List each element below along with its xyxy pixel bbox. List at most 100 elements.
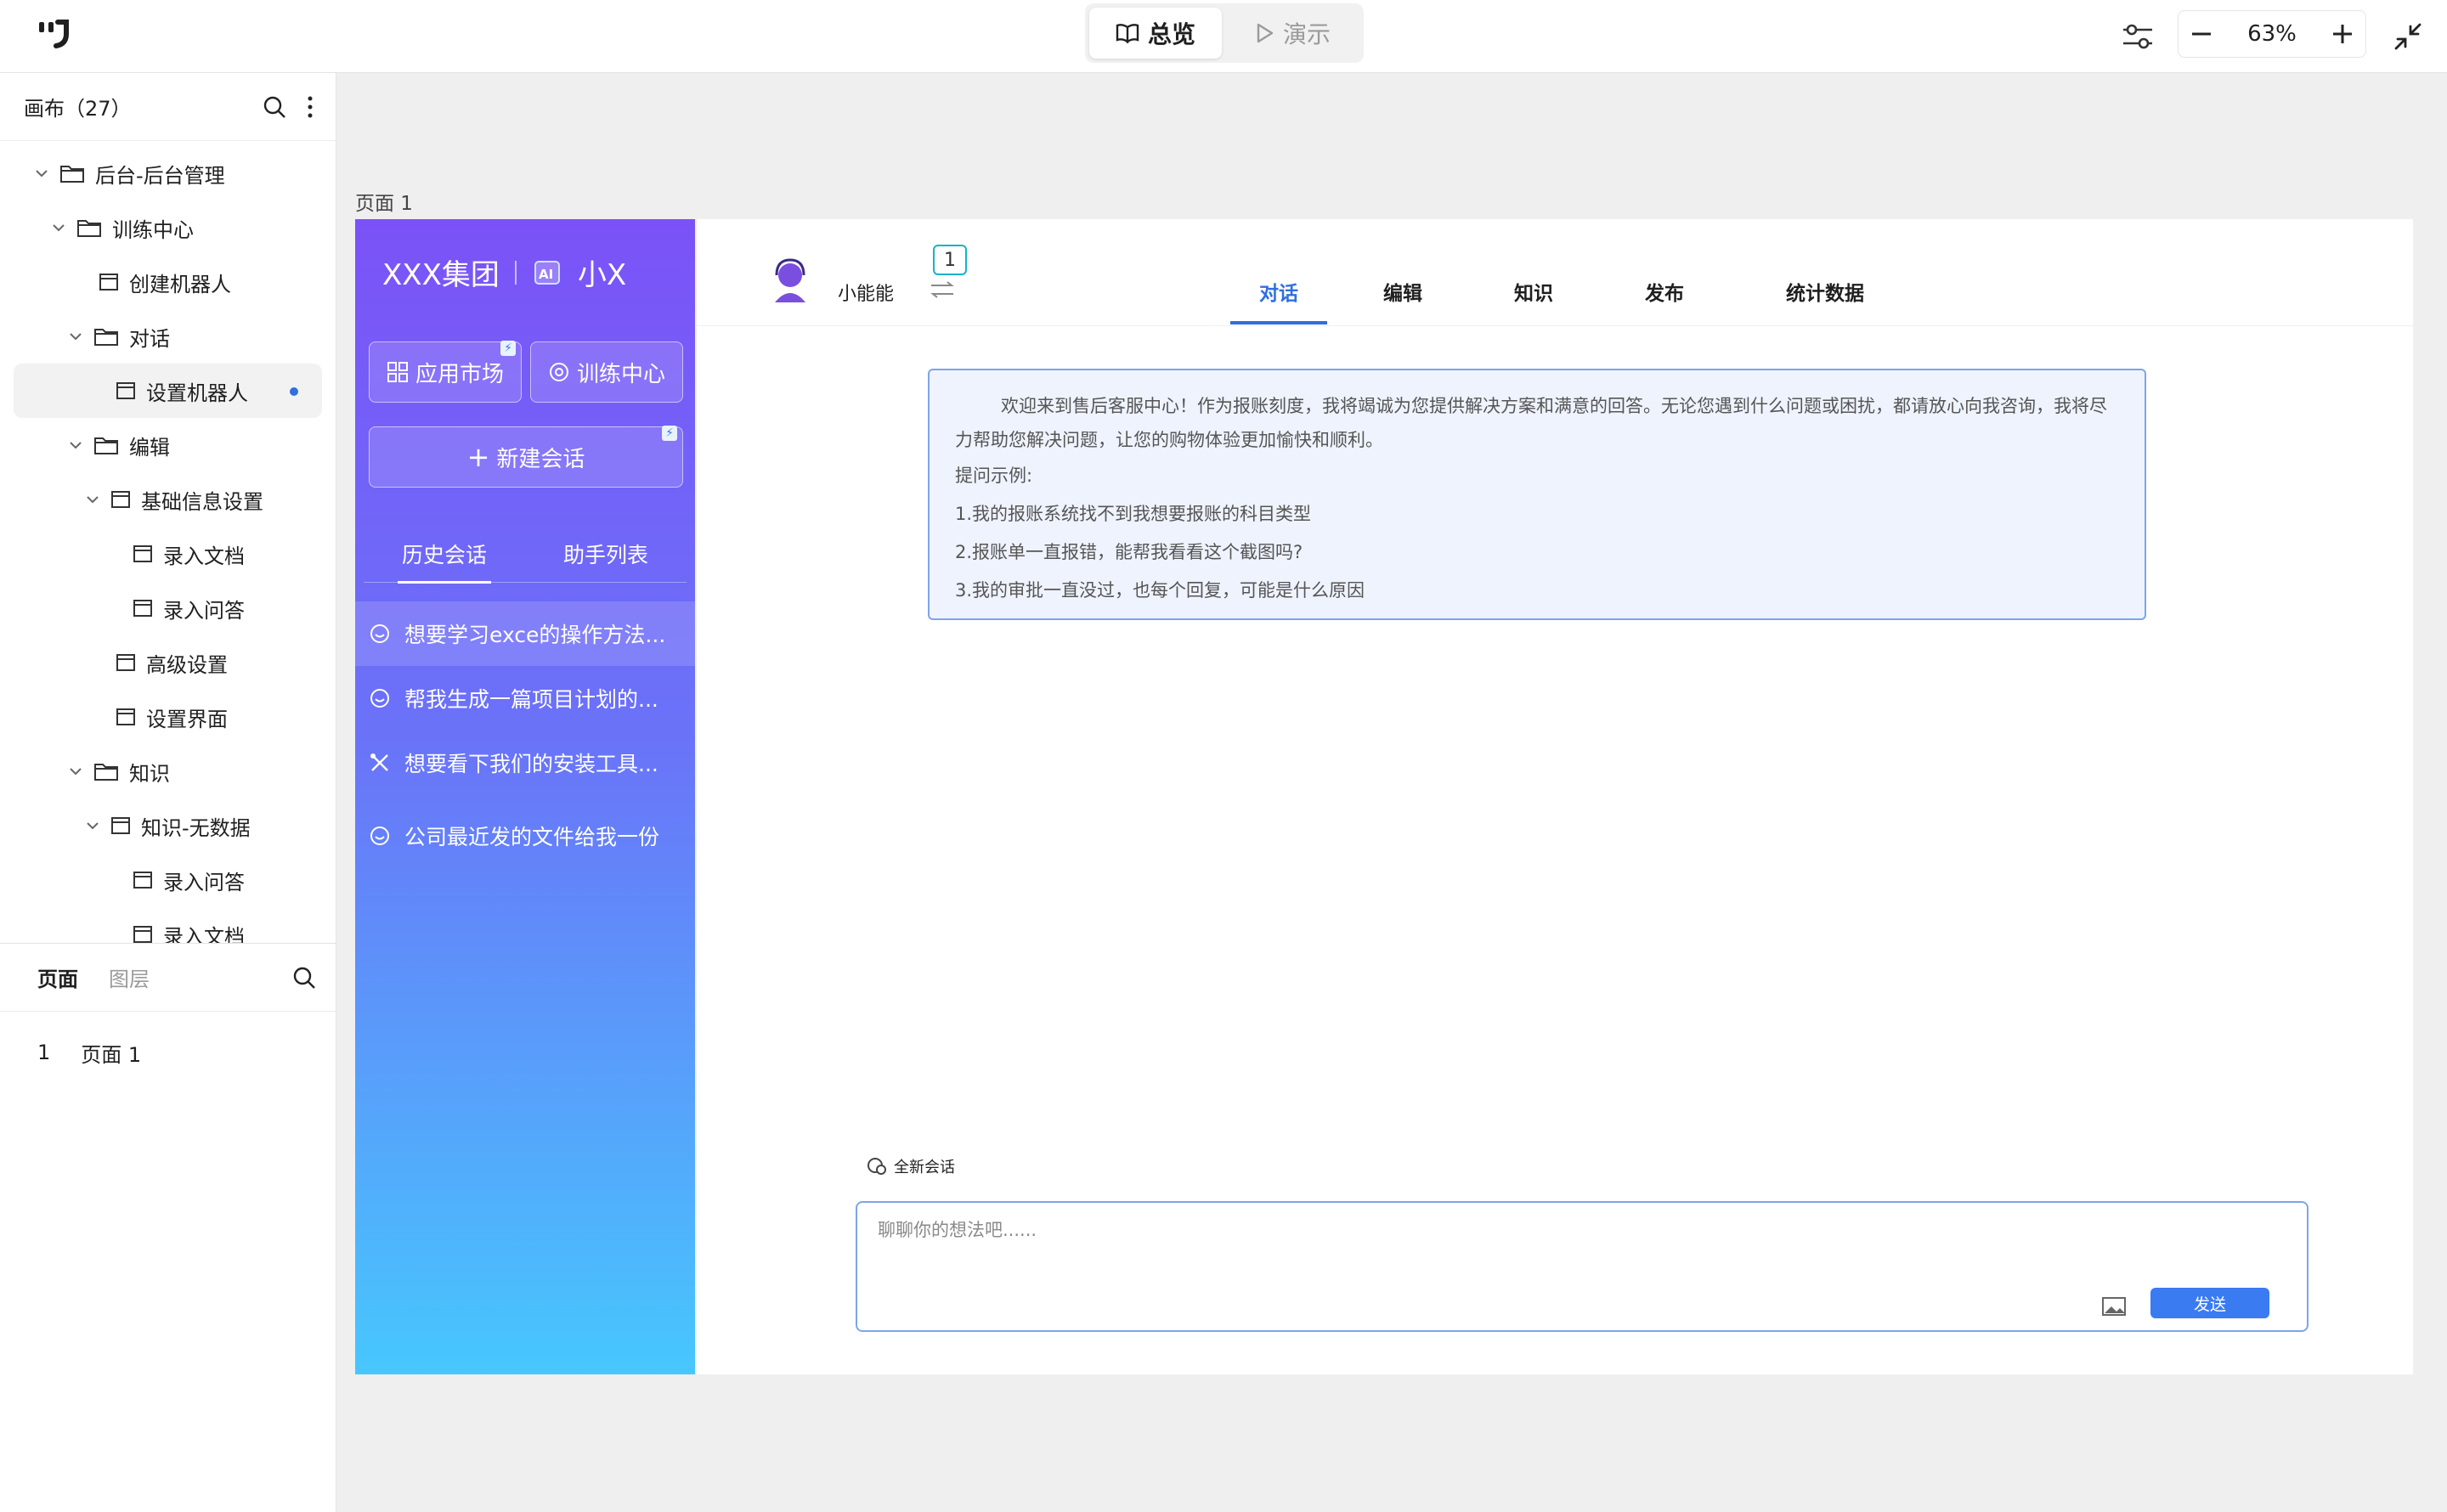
chat-input-box: 发送 [856, 1201, 2309, 1332]
overview-label: 总览 [1147, 20, 1195, 48]
tab-assistants[interactable]: 助手列表 [525, 533, 687, 582]
search-icon[interactable] [263, 95, 286, 119]
training-center-button[interactable]: 训练中心 [530, 341, 683, 403]
tab-chat[interactable]: 对话 [1259, 277, 1298, 306]
new-conversation-button[interactable]: 全新会话 [867, 1155, 955, 1177]
chevron-down-icon[interactable] [69, 441, 82, 449]
app-logo-icon[interactable] [37, 19, 71, 49]
sidebar-tabs: 历史会话 助手列表 [364, 533, 687, 584]
tree-item[interactable]: 设置界面 [0, 690, 336, 744]
tree-item[interactable]: 知识-无数据 [0, 798, 336, 853]
history-item[interactable]: 公司最近发的文件给我一份 [355, 804, 695, 868]
tab-layers[interactable]: 图层 [109, 962, 150, 992]
tree-item-label: 设置机器人 [146, 381, 248, 405]
product-name: 小X [577, 258, 627, 292]
chevron-down-icon[interactable] [86, 821, 99, 830]
collapse-button[interactable] [2386, 0, 2430, 73]
tree-item[interactable]: 对话 [0, 309, 336, 364]
tree-item[interactable]: 录入问答 [0, 581, 336, 635]
image-upload-icon[interactable] [2101, 1296, 2127, 1317]
more-vertical-icon[interactable] [307, 95, 314, 119]
pages-tabs: 页面 图层 [0, 944, 336, 1012]
chevron-down-icon[interactable] [86, 495, 99, 504]
search-icon[interactable] [292, 966, 316, 990]
page-name: 页面 1 [81, 1042, 142, 1067]
zoom-control: 63% [2178, 10, 2366, 58]
play-icon [1257, 23, 1274, 43]
page-frame-icon [133, 926, 152, 943]
tree-item[interactable]: 基础信息设置 [0, 472, 336, 527]
tree-item-label: 创建机器人 [129, 272, 231, 296]
mode-switch: 总览 演示 [1085, 3, 1364, 63]
zoom-in-icon[interactable] [2331, 23, 2354, 45]
chat-input[interactable] [878, 1216, 2152, 1267]
tree-item-label: 训练中心 [112, 217, 194, 242]
active-dot [290, 387, 298, 396]
zoom-level[interactable]: 63% [2247, 21, 2297, 47]
tree-item-selected[interactable]: 设置机器人 [14, 364, 322, 418]
tree-item[interactable]: 知识 [0, 744, 336, 798]
app-market-button[interactable]: 应用市场 ⚡ [369, 341, 522, 403]
pages-panel: 页面 图层 1 页面 1 [0, 943, 336, 1093]
tree-item-label: 录入文档 [163, 544, 245, 568]
chevron-down-icon[interactable] [35, 169, 48, 178]
left-panel: 画布（27） 后台-后台管理 训练中心 创建机器人 对话 设置机器人 编辑 基础… [0, 73, 336, 1512]
new-conversation-label: 全新会话 [894, 1159, 955, 1176]
tree-item-label: 知识 [129, 761, 170, 786]
tab-history[interactable]: 历史会话 [364, 533, 525, 584]
tab-knowledge[interactable]: 知识 [1514, 277, 1553, 306]
count-badge: 1 [933, 245, 967, 275]
example-question[interactable]: 2.报账单一直报错，能帮我看看这个截图吗? [955, 533, 2119, 572]
tree-item-label: 设置界面 [146, 707, 228, 731]
chat-main-panel: 小能能 1 对话 编辑 知识 发布 统计数据 欢迎来到售后客服中心！作为报账刻度… [697, 219, 2413, 1374]
present-label: 演示 [1282, 20, 1331, 48]
overview-button[interactable]: 总览 [1089, 8, 1222, 59]
zoom-out-icon[interactable] [2190, 23, 2212, 45]
tree-item[interactable]: 高级设置 [0, 635, 336, 690]
folder-icon [94, 437, 118, 454]
history-item[interactable]: 想要学习exce的操作方法... [355, 601, 695, 666]
book-icon [1116, 24, 1139, 43]
tree-item[interactable]: 训练中心 [0, 200, 336, 255]
switch-icon[interactable] [930, 280, 955, 299]
tree-item[interactable]: 录入文档 [0, 907, 336, 943]
tree-item[interactable]: 录入问答 [0, 853, 336, 907]
grid-icon [387, 362, 408, 382]
chevron-down-icon[interactable] [69, 767, 82, 776]
history-item-text: 想要学习exce的操作方法... [404, 623, 666, 647]
present-button[interactable]: 演示 [1227, 8, 1359, 59]
tree-item[interactable]: 编辑 [0, 418, 336, 472]
example-question[interactable]: 3.我的审批一直没过，也每个回复，可能是什么原因 [955, 572, 2119, 610]
chat-bubble-icon [370, 827, 389, 845]
tree-item[interactable]: 创建机器人 [0, 255, 336, 309]
page-frame-icon [116, 382, 135, 399]
page-list-item[interactable]: 1 页面 1 [0, 1012, 336, 1093]
page-index: 1 [37, 1041, 51, 1064]
page-frame-icon [99, 274, 118, 291]
tree-item[interactable]: 录入文档 [0, 527, 336, 581]
tab-publish[interactable]: 发布 [1645, 277, 1684, 306]
brand-name: XXX集团 [382, 258, 500, 292]
send-button[interactable]: 发送 [2150, 1288, 2269, 1318]
history-item[interactable]: 想要看下我们的安装工具... [355, 731, 695, 795]
tree-item[interactable]: 后台-后台管理 [0, 146, 336, 200]
canvas-list-header: 画布（27） [0, 73, 336, 141]
settings-button[interactable] [2116, 0, 2160, 73]
history-item-text: 帮我生成一篇项目计划的... [404, 687, 658, 712]
tab-edit[interactable]: 编辑 [1383, 277, 1422, 306]
chevron-down-icon[interactable] [52, 223, 65, 232]
tree-item-label: 后台-后台管理 [95, 163, 225, 188]
tab-pages[interactable]: 页面 [37, 962, 78, 992]
page-frame-icon [116, 708, 135, 725]
tree-item-label: 录入文档 [163, 924, 245, 944]
chat-header: 小能能 1 对话 编辑 知识 发布 统计数据 [697, 219, 2413, 326]
canvas-list-title: 画布（27） [24, 97, 132, 121]
canvas-tree: 后台-后台管理 训练中心 创建机器人 对话 设置机器人 编辑 基础信息设置 录入… [0, 141, 336, 943]
example-question[interactable]: 1.我的报账系统找不到我想要报账的科目类型 [955, 495, 2119, 533]
tab-statistics[interactable]: 统计数据 [1786, 277, 1864, 306]
chevron-down-icon[interactable] [69, 332, 82, 341]
history-item[interactable]: 帮我生成一篇项目计划的... [355, 666, 695, 731]
app-market-label: 应用市场 [415, 361, 504, 387]
new-chat-button[interactable]: + 新建会话 ⚡ [369, 426, 683, 488]
tree-item-label: 编辑 [129, 435, 170, 460]
